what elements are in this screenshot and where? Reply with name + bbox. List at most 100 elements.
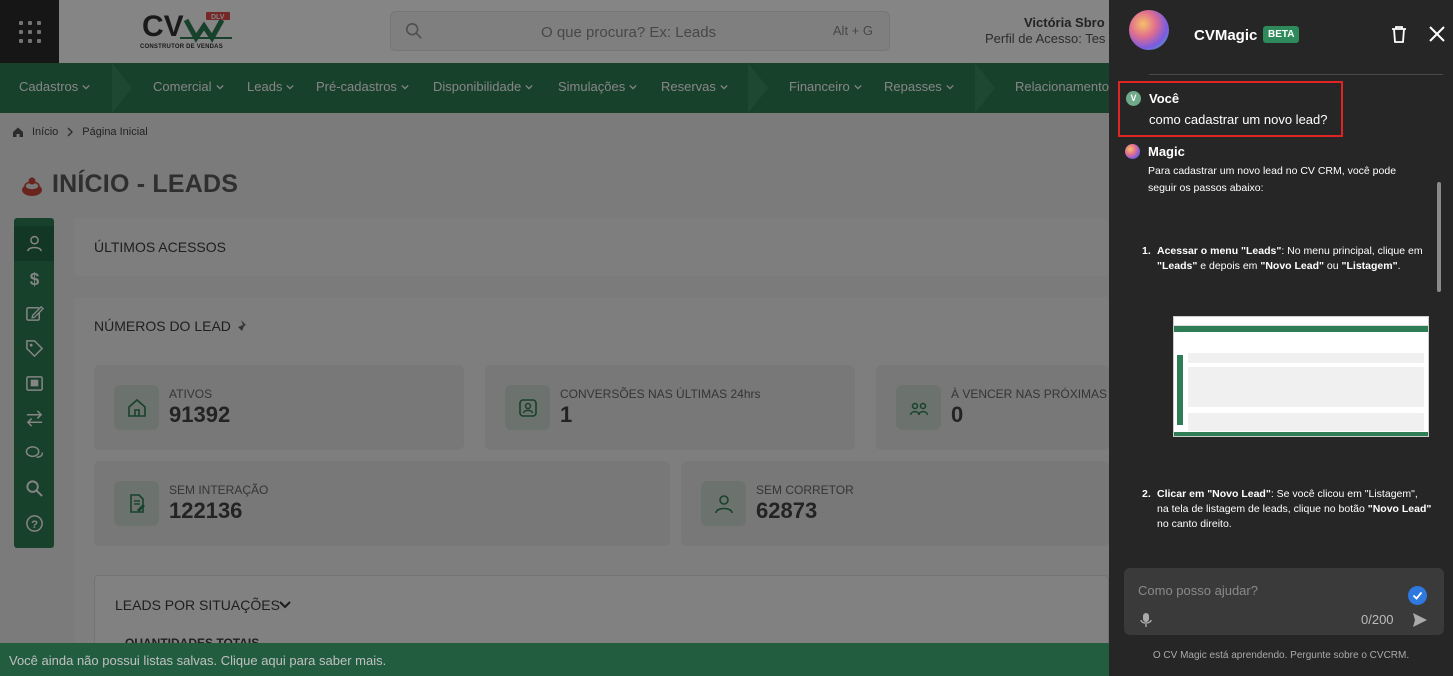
side-finance-button[interactable]: $ bbox=[14, 261, 54, 296]
title-row: INÍCIO - LEADS bbox=[20, 170, 238, 199]
chat-scrollbar[interactable] bbox=[1437, 182, 1441, 292]
stat-sem-corretor[interactable]: SEM CORRETOR 62873 bbox=[681, 461, 1109, 546]
side-help-button[interactable]: ? bbox=[14, 506, 54, 541]
breadcrumb-home[interactable]: Início bbox=[32, 126, 58, 138]
magnet-icon bbox=[22, 177, 42, 196]
chat-input-box: 0/200 bbox=[1124, 568, 1444, 635]
people-icon bbox=[896, 385, 941, 430]
home-icon bbox=[13, 127, 23, 137]
global-search[interactable]: Alt + G bbox=[390, 11, 890, 51]
stat-value: 122136 bbox=[169, 498, 243, 523]
user-message: V Você como cadastrar um novo lead? bbox=[1118, 81, 1343, 137]
side-transfer-button[interactable] bbox=[14, 401, 54, 436]
user-icon bbox=[701, 481, 746, 526]
nav-separator-icon bbox=[975, 63, 995, 113]
nav-label: Comercial bbox=[153, 79, 212, 94]
search-icon bbox=[25, 480, 43, 497]
chevron-down-icon bbox=[720, 84, 728, 90]
chevron-down-icon[interactable] bbox=[279, 599, 291, 611]
chevron-down-icon bbox=[82, 84, 90, 90]
side-user-button[interactable] bbox=[14, 226, 54, 261]
stat-label: À VENCER NAS PRÓXIMAS 2 bbox=[951, 387, 1118, 401]
search-input[interactable] bbox=[541, 21, 801, 43]
side-chat-button[interactable] bbox=[14, 436, 54, 471]
side-card-button[interactable] bbox=[14, 366, 54, 401]
step-bold: "Novo Lead" bbox=[1367, 503, 1432, 515]
leads-por-situacoes-title: LEADS POR SITUAÇÕES bbox=[115, 597, 280, 613]
document-edit-icon bbox=[114, 481, 159, 526]
step-bold: Clicar em "Novo Lead" bbox=[1157, 488, 1271, 500]
send-icon[interactable] bbox=[1412, 612, 1428, 628]
magic-avatar bbox=[1125, 144, 1140, 159]
breadcrumb: Início Página Inicial bbox=[12, 126, 148, 138]
user-message-author: Você bbox=[1149, 91, 1180, 106]
tag-icon bbox=[25, 340, 43, 358]
logo-subtitle: CONSTRUTOR DE VENDAS bbox=[140, 44, 223, 50]
nav-separator-icon bbox=[112, 63, 132, 113]
bot-step-1: 1. Acessar o menu "Leads": No menu princi… bbox=[1142, 244, 1432, 274]
nav-item-relacionamento[interactable]: Relacionamento bbox=[1015, 79, 1109, 94]
step-bold: Acessar o menu "Leads" bbox=[1157, 245, 1282, 257]
side-search-button[interactable] bbox=[14, 471, 54, 506]
step-number: 2. bbox=[1142, 488, 1151, 500]
nav-label: Reservas bbox=[661, 79, 716, 94]
chevron-down-icon bbox=[854, 84, 862, 90]
stat-a-vencer[interactable]: À VENCER NAS PRÓXIMAS 2 0 bbox=[876, 365, 1117, 450]
nav-item-disponibilidade[interactable]: Disponibilidade bbox=[433, 79, 533, 94]
nav-item-comercial[interactable]: Comercial bbox=[153, 79, 224, 94]
svg-text:?: ? bbox=[31, 519, 38, 531]
chat-footer-note: O CV Magic está aprendendo. Pergunte sob… bbox=[1152, 650, 1410, 661]
stat-label: SEM INTERAÇÃO bbox=[169, 483, 269, 497]
chat-title: CVMagic bbox=[1194, 27, 1258, 44]
thumbnail-sidebar bbox=[1177, 355, 1183, 425]
nav-label: Financeiro bbox=[789, 79, 850, 94]
bot-message-intro: Para cadastrar um novo lead no CV CRM, v… bbox=[1148, 165, 1397, 194]
step-text: e depois em bbox=[1197, 260, 1261, 272]
ultimos-acessos-card[interactable]: ÚLTIMOS ACESSOS bbox=[74, 218, 1109, 276]
chevron-down-icon bbox=[401, 84, 409, 90]
apps-menu-button[interactable] bbox=[0, 0, 59, 63]
beta-badge: BETA bbox=[1263, 26, 1300, 43]
check-icon[interactable] bbox=[1408, 586, 1427, 605]
nav-item-financeiro[interactable]: Financeiro bbox=[789, 79, 862, 94]
close-icon[interactable] bbox=[1427, 24, 1447, 44]
nav-item-repasses[interactable]: Repasses bbox=[884, 79, 954, 94]
help-icon: ? bbox=[25, 515, 43, 532]
side-tag-button[interactable] bbox=[14, 331, 54, 366]
stat-conversoes[interactable]: CONVERSÕES NAS ÚLTIMAS 24hrs 1 bbox=[485, 365, 855, 450]
stat-label: SEM CORRETOR bbox=[756, 483, 854, 497]
logo-tag: DLV bbox=[211, 14, 225, 21]
thumbnail-block bbox=[1188, 413, 1424, 431]
trash-icon[interactable] bbox=[1389, 24, 1409, 44]
stat-value: 62873 bbox=[756, 498, 818, 523]
pin-icon[interactable] bbox=[236, 319, 250, 333]
step-text: no canto direito. bbox=[1157, 518, 1232, 530]
side-toolbar: $ ? bbox=[14, 218, 54, 548]
nav-item-simulacoes[interactable]: Simulações bbox=[558, 79, 637, 94]
nav-item-cadastros[interactable]: Cadastros bbox=[19, 79, 90, 94]
nav-separator-icon bbox=[748, 63, 768, 113]
search-icon bbox=[405, 22, 422, 39]
chevron-down-icon bbox=[215, 84, 224, 90]
microphone-icon[interactable] bbox=[1139, 612, 1153, 628]
id-card-icon bbox=[25, 376, 43, 391]
cv-logo[interactable]: CV DLV CONSTRUTOR DE VENDAS bbox=[140, 8, 240, 54]
stat-ativos[interactable]: ATIVOS 91392 bbox=[94, 365, 464, 450]
chevron-down-icon bbox=[286, 84, 295, 90]
nav-item-reservas[interactable]: Reservas bbox=[661, 79, 728, 94]
stat-sem-interacao[interactable]: SEM INTERAÇÃO 122136 bbox=[94, 461, 670, 546]
user-name[interactable]: Victória Sbro bbox=[1024, 15, 1105, 30]
numeros-do-lead-title: NÚMEROS DO LEAD bbox=[94, 318, 231, 334]
chat-input[interactable] bbox=[1138, 581, 1378, 599]
nav-item-leads[interactable]: Leads bbox=[247, 79, 295, 94]
chat-divider bbox=[1149, 74, 1443, 75]
thumbnail-block bbox=[1188, 353, 1424, 363]
nav-item-pre-cadastros[interactable]: Pré-cadastros bbox=[316, 79, 409, 94]
transfer-icon bbox=[26, 410, 42, 427]
screenshot-thumbnail[interactable] bbox=[1173, 316, 1429, 437]
page-title: INÍCIO - LEADS bbox=[52, 170, 239, 198]
bot-step-2: 2. Clicar em "Novo Lead": Se você clicou … bbox=[1142, 487, 1432, 532]
nav-label: Cadastros bbox=[19, 79, 79, 94]
search-shortcut: Alt + G bbox=[832, 23, 873, 38]
side-edit-button[interactable] bbox=[14, 296, 54, 331]
